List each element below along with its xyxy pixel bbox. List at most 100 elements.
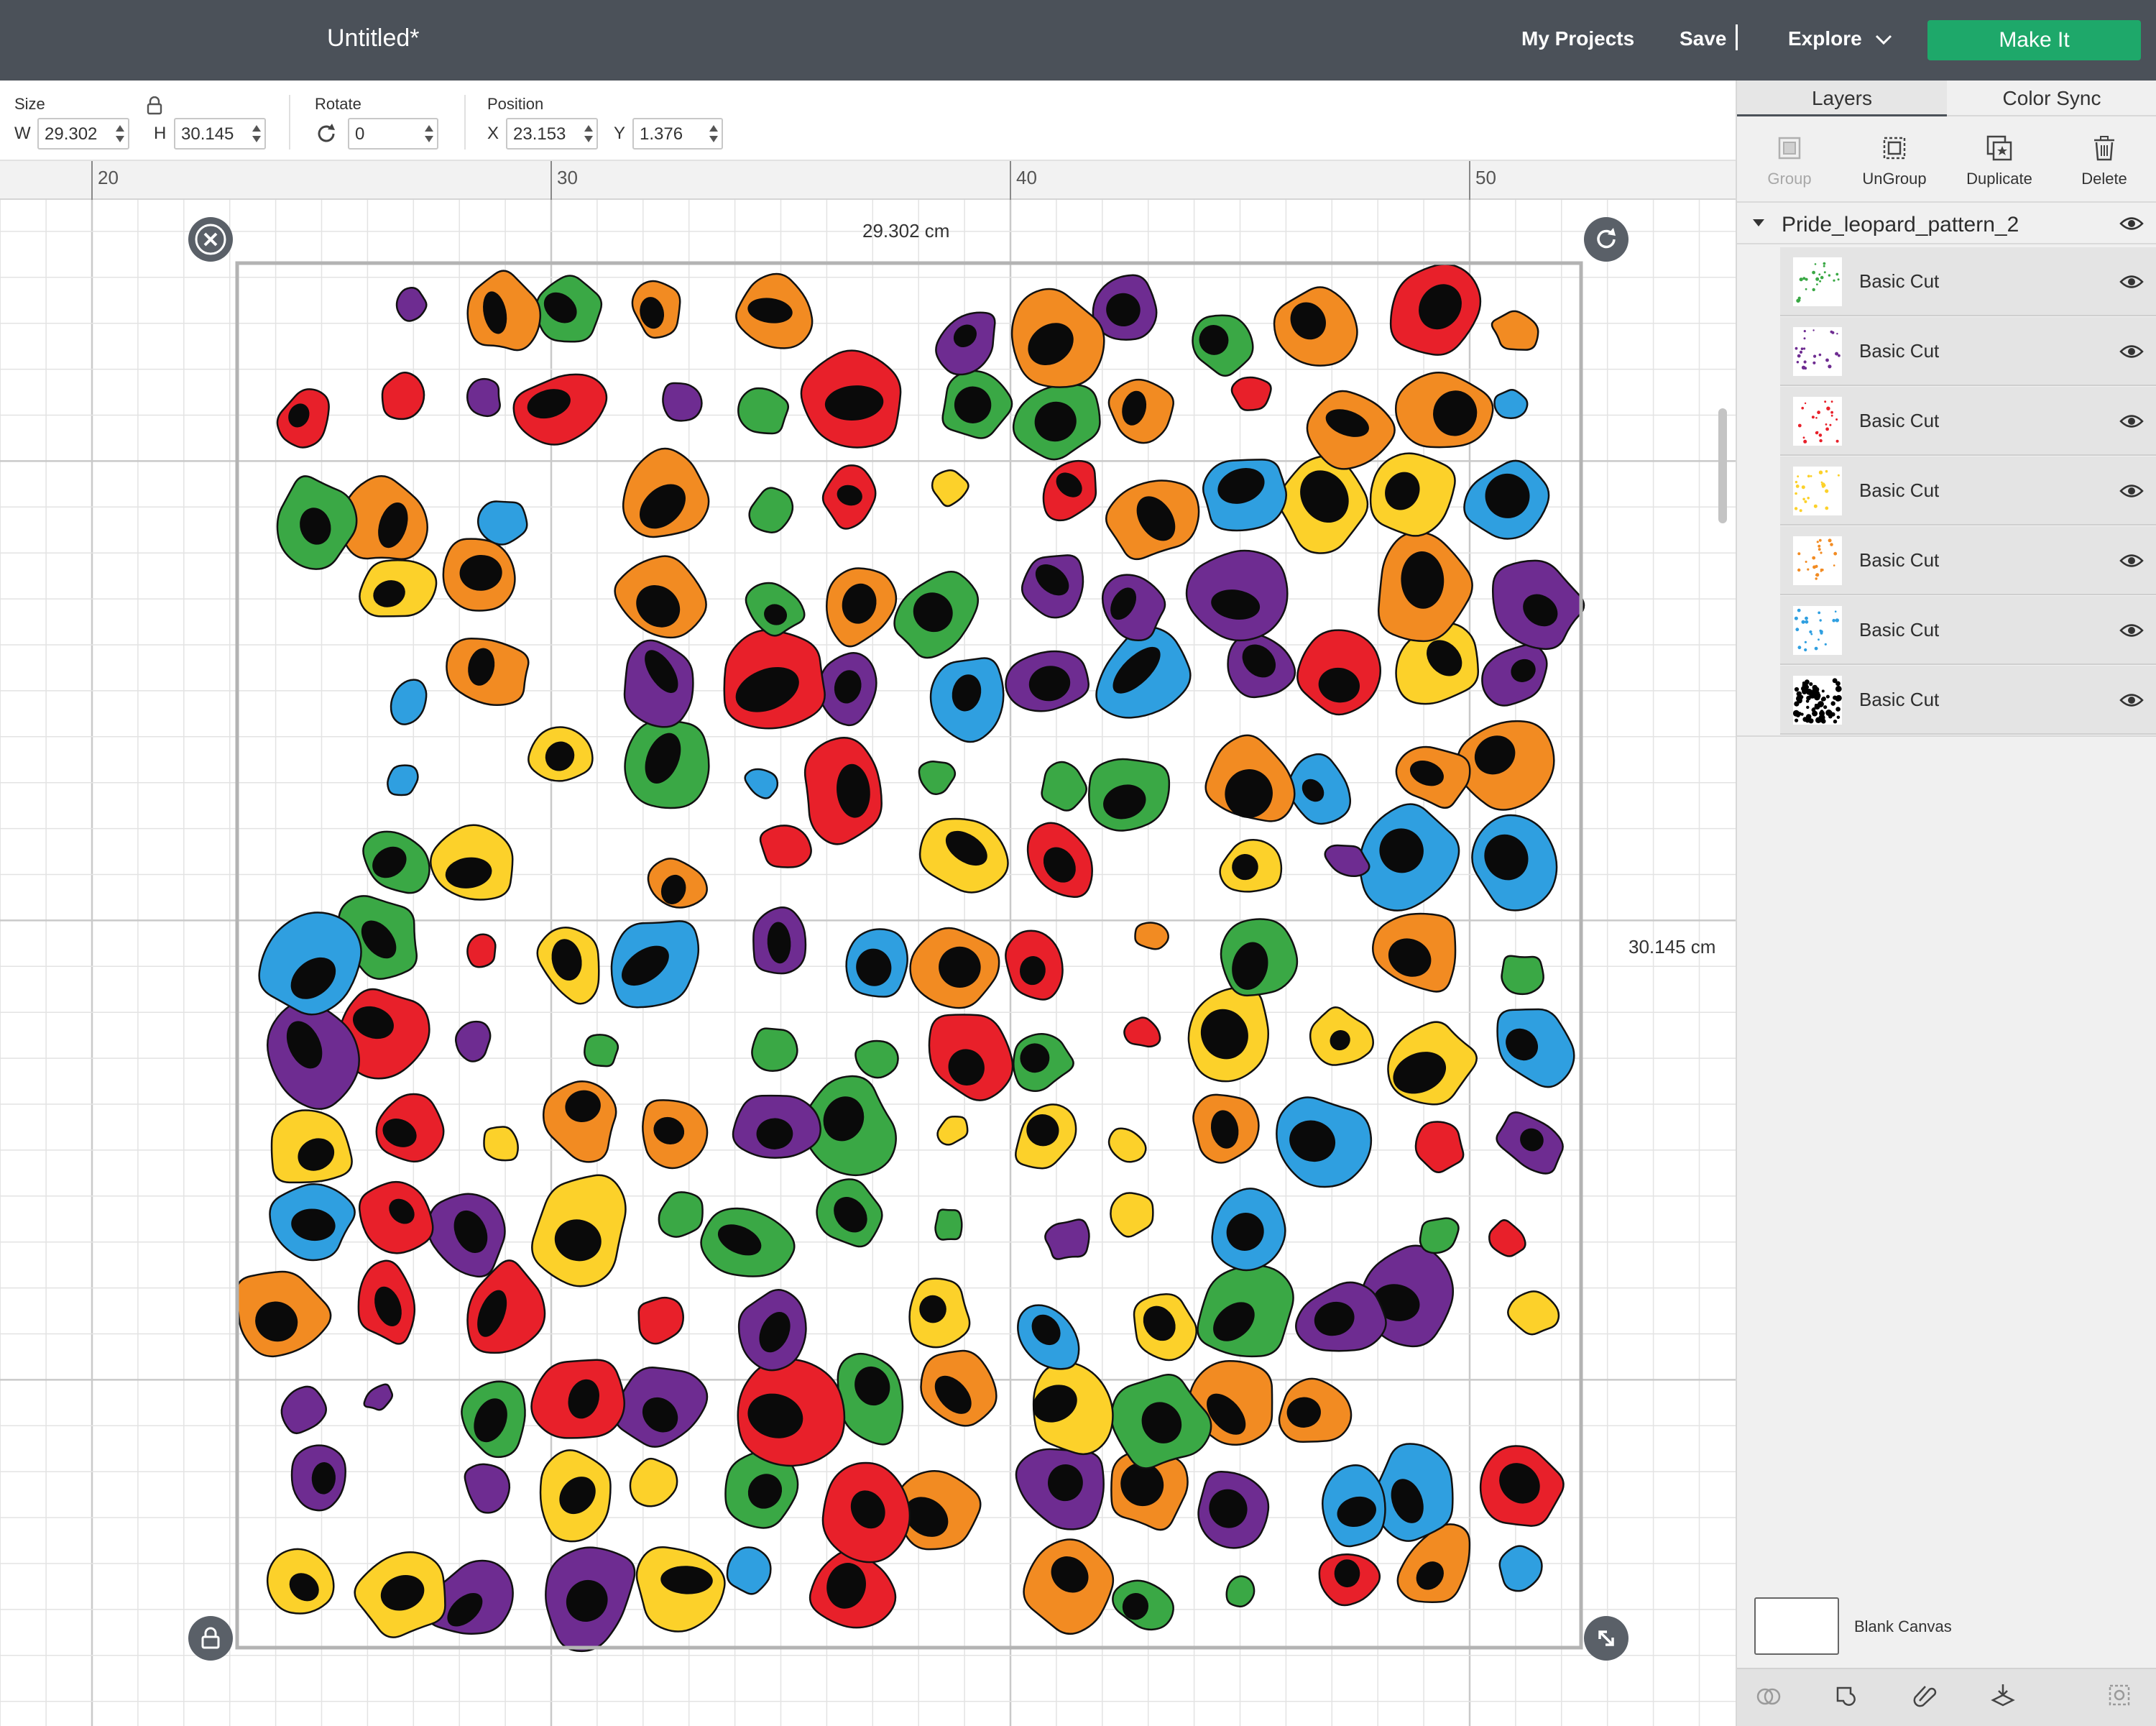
x-input[interactable]: 23.153 bbox=[506, 118, 598, 150]
eye-icon[interactable] bbox=[2119, 623, 2144, 638]
layer-thumbnail bbox=[1793, 467, 1842, 515]
leopard-spot bbox=[466, 933, 497, 968]
leopard-spot bbox=[744, 768, 779, 799]
group-label: Group bbox=[1767, 170, 1812, 188]
rotate-input[interactable]: 0 bbox=[348, 118, 438, 150]
leopard-spot bbox=[363, 1383, 394, 1411]
group-name: Pride_leopard_pattern_2 bbox=[1782, 213, 2019, 237]
blank-canvas-label: Blank Canvas bbox=[1854, 1617, 1952, 1635]
leopard-spot bbox=[528, 726, 594, 782]
leopard-spot bbox=[631, 280, 681, 339]
blank-canvas-thumbnail[interactable] bbox=[1754, 1597, 1839, 1655]
ungroup-button[interactable]: UnGroup bbox=[1842, 124, 1947, 196]
eye-icon[interactable] bbox=[2119, 344, 2144, 359]
layer-row[interactable]: Basic Cut bbox=[1780, 526, 2156, 595]
group-button[interactable]: Group bbox=[1737, 124, 1842, 196]
leopard-spot bbox=[446, 637, 530, 707]
layer-row[interactable]: Basic Cut bbox=[1780, 317, 2156, 386]
layer-row[interactable]: Basic Cut bbox=[1780, 247, 2156, 316]
resize-handle-button[interactable] bbox=[1584, 1616, 1628, 1661]
ungroup-label: UnGroup bbox=[1862, 170, 1927, 188]
horizontal-ruler: 20 30 40 50 bbox=[0, 161, 1736, 200]
leopard-spot bbox=[1026, 822, 1093, 898]
project-title[interactable]: Untitled* bbox=[327, 24, 420, 52]
y-input[interactable]: 1.376 bbox=[632, 118, 723, 150]
leopard-pattern-image[interactable] bbox=[0, 200, 1736, 1726]
layer-group-row[interactable]: Pride_leopard_pattern_2 bbox=[1737, 201, 2156, 244]
caret-down-icon[interactable] bbox=[1751, 217, 1766, 229]
layer-row[interactable]: Basic Cut bbox=[1780, 456, 2156, 525]
leopard-spot bbox=[1387, 1021, 1478, 1106]
tab-layers[interactable]: Layers bbox=[1737, 81, 1947, 116]
leopard-spot bbox=[610, 920, 700, 1009]
close-icon bbox=[195, 224, 226, 255]
leopard-spot bbox=[266, 1548, 335, 1615]
width-dimension-label: 29.302 cm bbox=[862, 220, 950, 242]
eye-icon[interactable] bbox=[2119, 553, 2144, 569]
leopard-spot bbox=[1501, 955, 1544, 996]
flatten-icon[interactable] bbox=[1990, 1682, 2016, 1708]
layer-row[interactable]: Basic Cut bbox=[1780, 596, 2156, 665]
delete-selection-button[interactable] bbox=[188, 217, 233, 262]
leopard-spot bbox=[354, 1551, 446, 1638]
leopard-spot bbox=[935, 311, 996, 376]
y-stepper-icon[interactable] bbox=[709, 124, 719, 144]
leopard-spot bbox=[700, 1207, 796, 1277]
width-input[interactable]: 29.302 bbox=[37, 118, 129, 150]
make-it-button[interactable]: Make It bbox=[1927, 20, 2141, 60]
eye-icon[interactable] bbox=[2119, 483, 2144, 499]
eye-icon[interactable] bbox=[2119, 216, 2144, 231]
rotate-handle-button[interactable] bbox=[1584, 217, 1628, 262]
attach-icon[interactable] bbox=[1912, 1682, 1938, 1708]
design-canvas[interactable]: 29.302 cm 30.145 cm bbox=[0, 200, 1736, 1726]
layer-row[interactable]: Basic Cut bbox=[1780, 387, 2156, 456]
eye-icon[interactable] bbox=[2119, 413, 2144, 429]
explore-menu[interactable]: Explore bbox=[1788, 27, 1862, 50]
leopard-spot bbox=[1492, 559, 1585, 651]
leopard-spot bbox=[1230, 376, 1272, 411]
weld-icon[interactable] bbox=[1833, 1684, 1859, 1709]
leopard-spot bbox=[635, 1546, 726, 1633]
leopard-spot bbox=[1471, 814, 1558, 912]
rotate-icon bbox=[1597, 228, 1616, 249]
leopard-spot bbox=[542, 1080, 617, 1163]
slice-icon[interactable] bbox=[1756, 1684, 1782, 1709]
leopard-spot bbox=[1273, 286, 1358, 367]
leopard-spot bbox=[1219, 838, 1283, 893]
leopard-spot bbox=[359, 559, 438, 618]
save-button[interactable]: Save bbox=[1680, 27, 1726, 50]
leopard-spot bbox=[1044, 1218, 1090, 1260]
leopard-spot bbox=[1088, 758, 1171, 832]
layer-thumbnail bbox=[1793, 536, 1842, 585]
height-stepper-icon[interactable] bbox=[252, 124, 262, 144]
rotate-stepper-icon[interactable] bbox=[424, 124, 434, 144]
leopard-spot bbox=[658, 1191, 704, 1238]
layer-name: Basic Cut bbox=[1859, 340, 1940, 362]
x-stepper-icon[interactable] bbox=[584, 124, 594, 144]
contour-icon[interactable] bbox=[2106, 1682, 2132, 1708]
leopard-spot bbox=[737, 387, 789, 435]
layer-row[interactable]: Basic Cut bbox=[1780, 666, 2156, 735]
tab-color-sync[interactable]: Color Sync bbox=[1947, 81, 2156, 116]
leopard-spot bbox=[1015, 1103, 1077, 1170]
leopard-spot bbox=[280, 1385, 327, 1435]
vertical-scrollbar[interactable] bbox=[1718, 408, 1727, 523]
leopard-spot bbox=[483, 1126, 519, 1162]
leopard-spot bbox=[928, 1014, 1014, 1101]
leopard-spot bbox=[1192, 314, 1254, 377]
height-input[interactable]: 30.145 bbox=[174, 118, 266, 150]
rotate-value: 0 bbox=[355, 124, 365, 144]
leopard-spot bbox=[1042, 459, 1097, 522]
eye-icon[interactable] bbox=[2119, 274, 2144, 290]
duplicate-button[interactable]: Duplicate bbox=[1947, 124, 2052, 196]
leopard-spot bbox=[512, 373, 608, 446]
delete-button[interactable]: Delete bbox=[2052, 124, 2156, 196]
eye-icon[interactable] bbox=[2119, 692, 2144, 708]
chevron-down-icon[interactable] bbox=[1874, 30, 1893, 49]
lock-icon[interactable] bbox=[147, 96, 162, 115]
lock-proportions-button[interactable] bbox=[188, 1616, 233, 1661]
leopard-spot bbox=[1498, 1545, 1543, 1592]
my-projects-link[interactable]: My Projects bbox=[1521, 27, 1634, 50]
width-stepper-icon[interactable] bbox=[115, 124, 125, 144]
leopard-spot bbox=[1187, 986, 1270, 1083]
